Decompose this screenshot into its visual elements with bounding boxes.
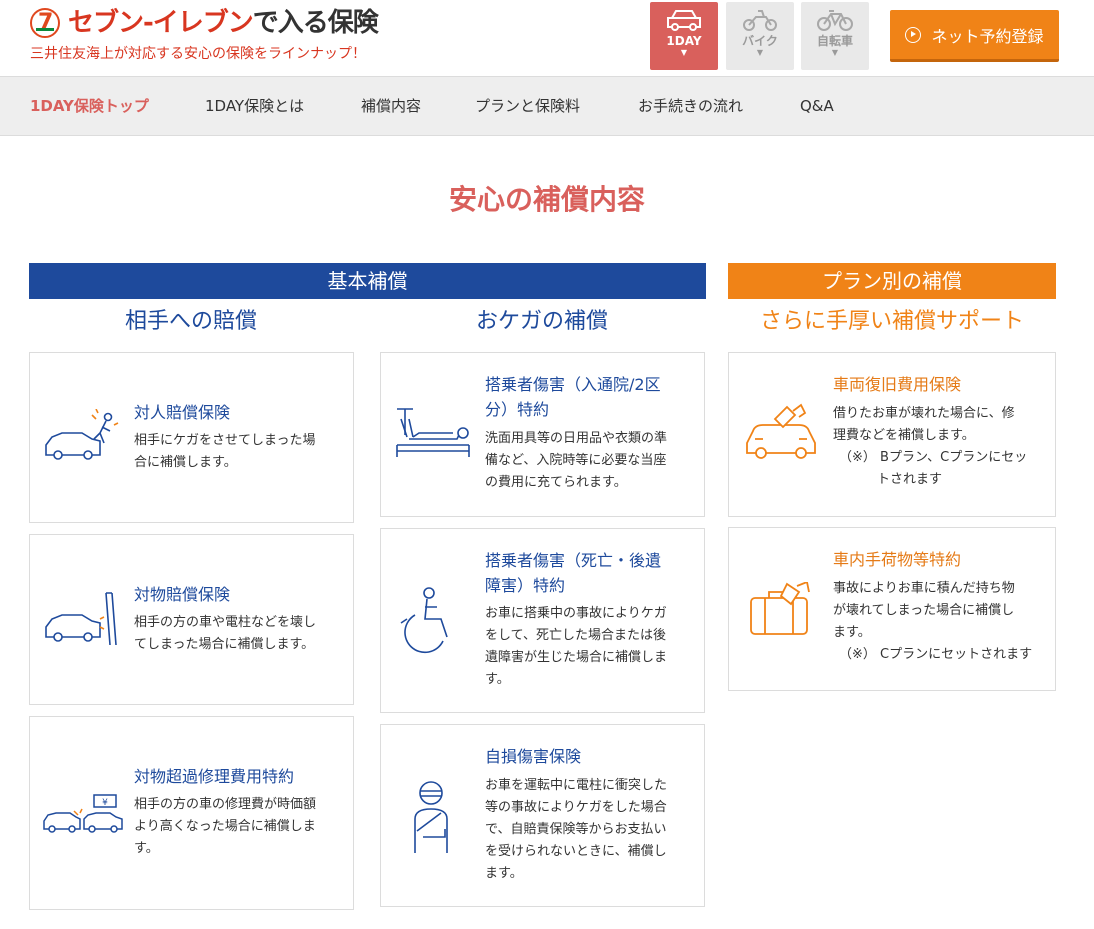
card-desc-line: お車を運転中に電柱に衝突した xyxy=(485,778,668,793)
card-desc-line: てしまった場合に補償します。 xyxy=(134,637,315,652)
net-reservation-button[interactable]: ネット予約登録 xyxy=(890,10,1059,62)
injury-heading: おケガの補償 xyxy=(475,309,608,334)
card-excess-repair[interactable]: ¥ 対物超過修理費用特約 相手の方の車の修理費が時価額 より高くなった場合に補償… xyxy=(29,716,354,910)
site-logo[interactable]: セブン-イレブンで入る保険 xyxy=(68,6,379,40)
logo-brand: セブン-イレブン xyxy=(68,8,254,38)
card-note-line: トされます xyxy=(877,472,943,487)
caret-down-icon: ▼ xyxy=(680,48,688,57)
nav-procedure-flow[interactable]: お手続きの流れ xyxy=(638,77,743,135)
card-personal-liability[interactable]: 対人賠償保険 相手にケガをさせてしまった場 合に補償します。 xyxy=(29,352,354,523)
bicycle-icon xyxy=(817,10,853,31)
card-passenger-death[interactable]: 搭乗者傷害（死亡・後遺 障害）特約 お車に搭乗中の事故によりケガ をして、死亡し… xyxy=(380,528,705,713)
card-title-line: 搭乗者傷害（死亡・後遺 xyxy=(485,551,662,570)
card-title: 対物超過修理費用特約 xyxy=(134,767,295,786)
bandaged-person-icon xyxy=(414,781,448,853)
card-property-liability[interactable]: 対物賠償保険 相手の方の車や電柱などを壊し てしまった場合に補償します。 xyxy=(29,534,354,705)
page-title: 安心の補償内容 xyxy=(448,183,645,216)
nav-coverage[interactable]: 補償内容 xyxy=(361,77,421,135)
play-circle-icon xyxy=(905,26,922,43)
card-desc-line: 備など、入院時等に必要な当座 xyxy=(485,453,667,468)
card-title: 自損傷害保険 xyxy=(485,747,582,766)
nav-plans-premium[interactable]: プランと保険料 xyxy=(475,77,580,135)
site-subtitle: 三井住友海上が対応する安心の保険をラインナップ！ xyxy=(30,46,366,62)
tab-bicycle-label: 自転車 xyxy=(816,34,853,48)
card-self-injury[interactable]: 自損傷害保険 お車を運転中に電柱に衝突した 等の事故によりケガをした場合 で、自… xyxy=(380,724,705,907)
card-desc-line: す。 xyxy=(485,672,510,687)
card-desc-line: 相手にケガをさせてしまった場 xyxy=(134,433,316,448)
seven-eleven-logo-icon[interactable]: 7 xyxy=(30,8,60,38)
tab-1day-label: 1DAY xyxy=(666,34,702,48)
card-note-line: （※） Bプラン、Cプランにセッ xyxy=(839,450,1028,465)
car-icon xyxy=(667,10,701,31)
site-header: 7 セブン-イレブンで入る保険 三井住友海上が対応する安心の保険をラインナップ！… xyxy=(0,0,1094,76)
card-desc-line: 理費などを補償します。 xyxy=(833,428,975,443)
caret-down-icon: ▼ xyxy=(756,48,764,57)
card-title-line: 障害）特約 xyxy=(485,576,566,595)
wheelchair-icon xyxy=(400,587,448,654)
card-desc-line: 借りたお車が壊れた場合に、修 xyxy=(833,406,1015,421)
global-nav: 1DAY保険トップ 1DAY保険とは 補償内容 プランと保険料 お手続きの流れ … xyxy=(0,76,1094,136)
card-desc-line: を受けられないときに、補償し xyxy=(485,844,667,859)
card-desc-line: 相手の方の車の修理費が時価額 xyxy=(134,797,317,812)
card-title-line: 搭乗者傷害（入通院/2区 xyxy=(485,375,661,394)
tab-bike[interactable]: バイク ▼ xyxy=(726,2,794,70)
card-title-line: 分）特約 xyxy=(485,400,550,419)
car-hit-pole-icon xyxy=(45,592,117,646)
nav-1day-top[interactable]: 1DAY保険トップ xyxy=(30,77,149,135)
card-title: 対物賠償保険 xyxy=(134,585,231,604)
tab-1day[interactable]: 1DAY ▼ xyxy=(650,2,718,70)
plan-support-heading: さらに手厚い補償サポート xyxy=(759,309,1024,334)
car-hit-person-icon xyxy=(45,409,119,460)
card-title: 対人賠償保険 xyxy=(134,403,231,422)
damaged-car-icon xyxy=(746,403,816,459)
tab-bike-label: バイク xyxy=(742,34,778,48)
car-collision-yen-icon: ¥ xyxy=(43,794,123,833)
broken-suitcase-icon xyxy=(750,582,810,635)
card-desc-line: 合に補償します。 xyxy=(134,455,237,470)
card-desc-line: より高くなった場合に補償しま xyxy=(134,819,316,834)
card-desc-line: 洗面用具等の日用品や衣類の準 xyxy=(485,431,668,446)
card-desc-line: の費用に充てられます。 xyxy=(485,475,627,490)
card-desc-line: が壊れてしまった場合に補償し xyxy=(833,603,1015,618)
hospital-bed-icon xyxy=(396,408,470,457)
card-title: 車内手荷物等特約 xyxy=(833,550,962,569)
card-desc-line: 相手の方の車や電柱などを壊し xyxy=(134,615,317,630)
card-desc-line: ます。 xyxy=(485,866,523,881)
card-desc-line: 遺障害が生じた場合に補償しま xyxy=(485,650,668,665)
card-desc-line: 等の事故によりケガをした場合 xyxy=(485,800,667,815)
liability-heading: 相手への賠償 xyxy=(124,309,257,334)
caret-down-icon: ▼ xyxy=(831,48,839,57)
nav-qa[interactable]: Q&A xyxy=(800,77,834,135)
card-note-line: （※） Cプランにセットされます xyxy=(839,647,1033,662)
nav-about-1day[interactable]: 1DAY保険とは xyxy=(205,77,304,135)
card-desc-line: お車に搭乗中の事故によりケガ xyxy=(485,606,667,621)
card-desc-line: で、自賠責保険等からお支払い xyxy=(485,822,667,837)
card-passenger-hospital[interactable]: 搭乗者傷害（入通院/2区 分）特約 洗面用具等の日用品や衣類の準 備など、入院時… xyxy=(380,352,705,517)
svg-text:¥: ¥ xyxy=(102,798,108,808)
tab-bicycle[interactable]: 自転車 ▼ xyxy=(801,2,869,70)
card-vehicle-recovery[interactable]: 車両復旧費用保険 借りたお車が壊れた場合に、修 理費などを補償します。 （※） … xyxy=(728,352,1056,517)
card-desc-line: ます。 xyxy=(833,625,871,640)
logo-tail: で入る保険 xyxy=(252,8,379,38)
plan-coverage-band: プラン別の補償 xyxy=(728,263,1056,299)
card-desc-line: をして、死亡した場合または後 xyxy=(485,628,666,643)
card-desc-line: 事故によりお車に積んだ持ち物 xyxy=(833,581,1015,596)
basic-coverage-band: 基本補償 xyxy=(29,263,706,299)
card-desc-line: す。 xyxy=(134,841,159,856)
net-reservation-label: ネット予約登録 xyxy=(931,26,1044,46)
card-luggage[interactable]: 車内手荷物等特約 事故によりお車に積んだ持ち物 が壊れてしまった場合に補償し ま… xyxy=(728,527,1056,691)
motorbike-icon xyxy=(743,10,777,31)
card-title: 車両復旧費用保険 xyxy=(833,375,962,394)
